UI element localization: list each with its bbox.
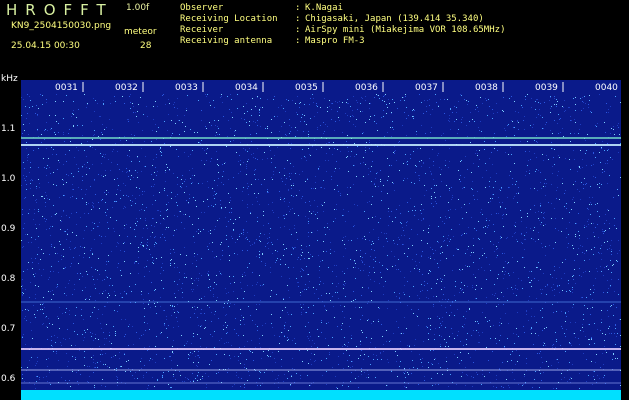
metadata-key: Receiver <box>180 25 224 35</box>
metadata-value: Chigasaki, Japan (139.414 35.340) <box>305 14 484 24</box>
metadata-separator: : <box>295 3 301 13</box>
y-tick-label: 0.9 <box>1 224 16 234</box>
x-tick-label: 0033 <box>175 83 198 93</box>
x-tick-label: 0031 <box>55 83 78 93</box>
metadata-row-antenna: Receiving antenna: Maspro FM-3 <box>180 36 505 47</box>
y-tick-label: 0.7 <box>1 324 16 334</box>
x-tick-label: 0032 <box>115 83 138 93</box>
app-title: HROFFT <box>6 1 114 19</box>
baseline-band <box>21 390 621 400</box>
metadata-key: Receiving Location <box>180 14 278 24</box>
y-axis-labels: 1.1 1.0 0.9 0.8 0.7 0.6 <box>0 0 21 400</box>
x-tick-label: 0035 <box>295 83 318 93</box>
metadata-row-location: Receiving Location: Chigasaki, Japan (139… <box>180 14 505 25</box>
meteor-count: 28 <box>140 41 152 51</box>
metadata-separator: : <box>295 25 301 35</box>
metadata-separator: : <box>295 14 301 24</box>
meteor-label: meteor <box>124 27 157 37</box>
metadata-value: AirSpy mini (Miakejima VOR 108.65MHz) <box>305 25 506 35</box>
metadata-key: Observer <box>180 3 224 13</box>
y-tick-label: 0.6 <box>1 374 16 384</box>
x-tick-label: 0039 <box>535 83 558 93</box>
metadata-row-observer: Observer: K.Nagai <box>180 3 505 14</box>
spectrogram-plot: 0031 0032 0033 0034 0035 0036 0037 0038 0039 0040 <box>21 80 621 400</box>
metadata-value: Maspro FM-3 <box>305 36 365 46</box>
metadata-value: K.Nagai <box>305 3 343 13</box>
observation-metadata: Observer: K.Nagai Receiving Location: Chig… <box>180 3 505 47</box>
y-tick-label: 1.0 <box>1 174 16 184</box>
x-tick-label: 0034 <box>235 83 258 93</box>
version-label: 1.00f <box>126 3 150 13</box>
y-tick-label: 0.8 <box>1 274 16 284</box>
filename-label: KN9_2504150030.png <box>11 21 112 31</box>
spectrogram-background <box>21 80 621 400</box>
metadata-row-receiver: Receiver: AirSpy mini (Miakejima VOR 108.… <box>180 25 505 36</box>
metadata-separator: : <box>295 36 301 46</box>
y-tick-label: 1.1 <box>1 124 16 134</box>
datetime-label: 25.04.15 00:30 <box>11 41 80 51</box>
x-tick-label: 0038 <box>475 83 498 93</box>
x-tick-label: 0037 <box>415 83 438 93</box>
x-tick-label: 0040 <box>595 83 618 93</box>
x-tick-label: 0036 <box>355 83 378 93</box>
metadata-key: Receiving antenna <box>180 36 273 46</box>
